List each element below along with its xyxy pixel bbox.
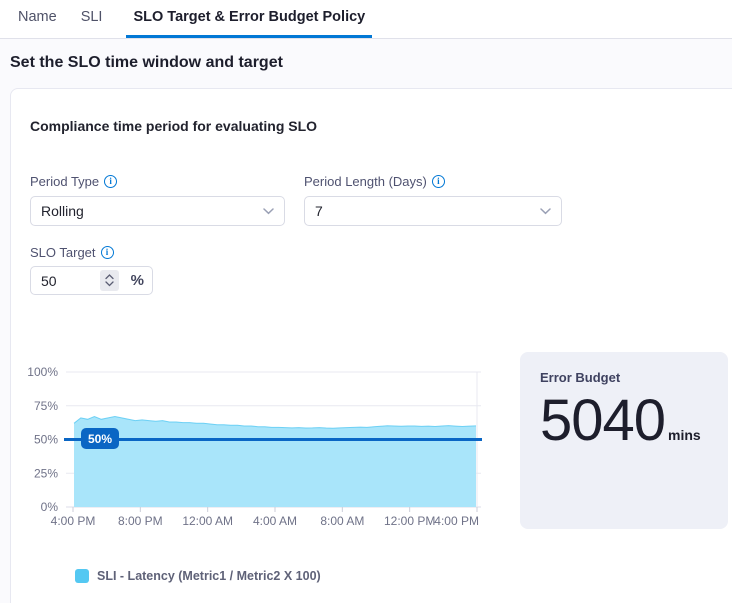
svg-text:4:00 PM: 4:00 PM [51,514,96,528]
compliance-section-title: Compliance time period for evaluating SL… [30,116,317,136]
slo-config-page: Set the SLO time window and target Compl… [0,39,732,603]
chart-legend-item[interactable]: SLI - Latency (Metric1 / Metric2 X 100) [75,569,321,583]
period-type-select[interactable]: Rolling [30,196,285,226]
svg-text:75%: 75% [34,399,58,413]
tab-sli[interactable]: SLI [81,0,103,38]
percent-unit-label: % [131,272,144,289]
tab-bar: Name SLI SLO Target & Error Budget Polic… [0,0,732,39]
svg-text:12:00 AM: 12:00 AM [182,514,233,528]
svg-text:12:00 PM: 12:00 PM [384,514,435,528]
period-length-label: Period Length (Days) [304,174,427,189]
slo-target-field: SLO Target i % [30,244,153,295]
period-length-value: 7 [315,203,323,219]
stepper-up-icon[interactable] [105,274,114,280]
svg-text:8:00 AM: 8:00 AM [320,514,364,528]
svg-text:8:00 PM: 8:00 PM [118,514,163,528]
sli-area-chart: 4:00 PM 8:00 PM 12:00 AM 4:00 AM 8:00 AM 12:0… [20,358,500,548]
slo-threshold-badge: 50% [81,428,119,449]
slo-target-input[interactable] [31,273,87,289]
chevron-down-icon [263,208,274,215]
slo-target-label: SLO Target [30,245,96,260]
svg-text:100%: 100% [27,365,58,379]
period-length-field: Period Length (Days) i 7 [304,173,562,226]
period-length-select[interactable]: 7 [304,196,562,226]
slo-target-input-wrap: % [30,266,153,295]
tab-name[interactable]: Name [18,0,57,38]
period-type-value: Rolling [41,203,84,219]
stepper-down-icon[interactable] [105,281,114,287]
tab-slo-target-error-budget[interactable]: SLO Target & Error Budget Policy [126,0,372,38]
period-type-field: Period Type i Rolling [30,173,285,226]
svg-text:25%: 25% [34,466,58,480]
svg-text:50%: 50% [34,433,58,447]
period-type-label: Period Type [30,174,99,189]
info-icon[interactable]: i [432,175,445,188]
svg-text:4:00 AM: 4:00 AM [253,514,297,528]
info-icon[interactable]: i [101,246,114,259]
legend-swatch [75,569,89,583]
chevron-down-icon [540,208,551,215]
error-budget-value: 5040 [540,387,665,454]
number-stepper[interactable] [100,270,119,291]
slo-window-card: Compliance time period for evaluating SL… [10,88,732,603]
error-budget-title: Error Budget [540,370,708,385]
legend-label: SLI - Latency (Metric1 / Metric2 X 100) [97,569,321,583]
error-budget-panel: Error Budget 5040 mins [520,352,728,529]
error-budget-unit: mins [668,427,701,443]
page-title: Set the SLO time window and target [10,54,283,72]
info-icon[interactable]: i [104,175,117,188]
svg-text:4:00 PM: 4:00 PM [434,514,479,528]
svg-text:0%: 0% [41,500,59,514]
